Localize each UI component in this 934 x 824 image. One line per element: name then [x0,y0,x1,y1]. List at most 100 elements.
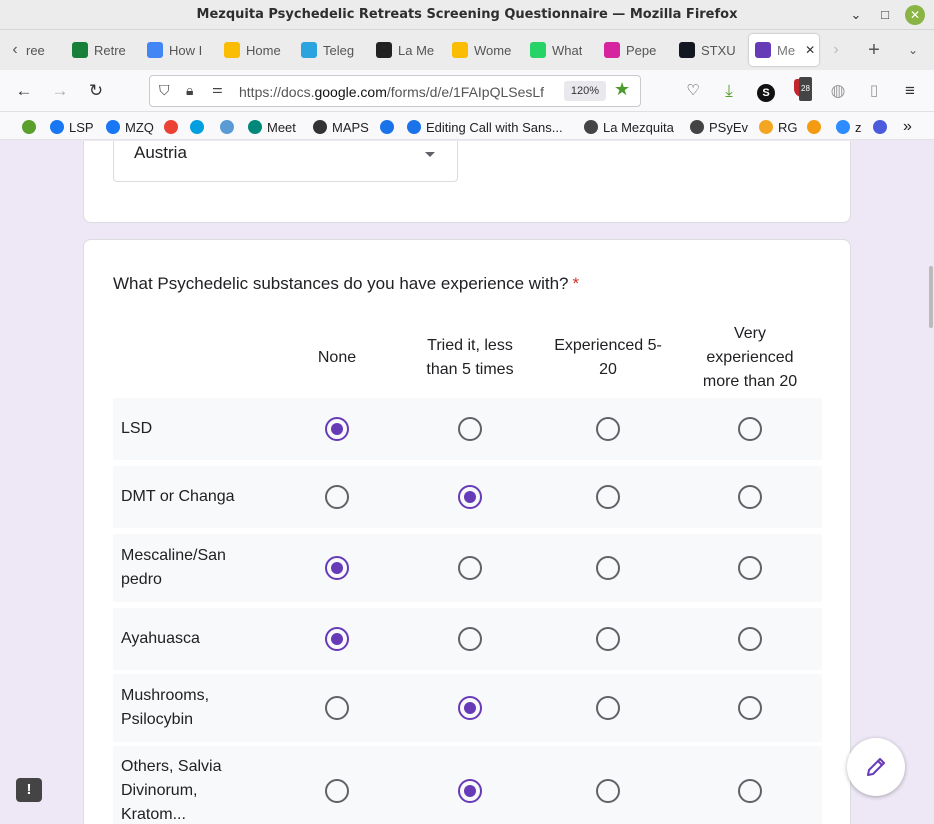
menu-icon[interactable]: ≡ [898,79,922,103]
tab-label: STXU [701,42,736,58]
row-label: Ayahuasca [121,630,200,647]
back-button[interactable]: ← [12,79,36,103]
radio-unchecked[interactable] [325,779,349,803]
bookmark-14[interactable]: z [836,118,862,136]
radio-checked[interactable] [458,485,482,509]
tab-1[interactable]: Retre [66,34,132,66]
radio-unchecked[interactable] [738,627,762,651]
pocket-icon[interactable]: ♡ [681,79,705,103]
bookmark-0[interactable] [22,118,36,136]
bookmark-4[interactable] [190,118,204,136]
bookmark-10[interactable]: La Mezquita [584,118,674,136]
url-text[interactable]: https://docs.google.com/forms/d/e/1FAIpQ… [239,84,559,100]
radio-unchecked[interactable] [738,485,762,509]
reload-button[interactable]: ↻ [84,79,108,103]
radio-unchecked[interactable] [738,779,762,803]
zoom-level[interactable]: 120% [564,81,606,101]
zm-icon [836,120,850,134]
radio-unchecked[interactable] [738,556,762,580]
tab-4[interactable]: Teleg [295,34,361,66]
bookmark-label: MAPS [332,119,369,135]
radio-unchecked[interactable] [596,627,620,651]
tab-10[interactable]: Me ✕ [749,34,819,66]
radio-unchecked[interactable] [596,485,620,509]
bookmark-15[interactable] [873,118,887,136]
radio-checked[interactable] [325,417,349,441]
bookmark-5[interactable] [220,118,234,136]
m-icon [873,120,887,134]
radio-checked[interactable] [458,696,482,720]
bookmark-2[interactable]: MZQ [106,118,154,136]
tab-5[interactable]: La Me [370,34,436,66]
bookmark-8[interactable] [380,118,394,136]
grid-row: Others, Salvia Divinorum, Kratom... [113,746,822,824]
bookmark-label: La Mezquita [603,119,674,135]
tab-label: La Me [398,42,435,58]
forward-button[interactable]: → [48,79,72,103]
radio-unchecked[interactable] [325,485,349,509]
permissions-icon[interactable]: ⚌ [212,82,223,96]
radio-unchecked[interactable] [458,417,482,441]
column-header-2: Experienced 5-20 [554,337,662,378]
radio-unchecked[interactable] [738,417,762,441]
bookmark-6[interactable]: Meet [248,118,296,136]
radio-unchecked[interactable] [596,779,620,803]
bookmark-label: RG [778,119,798,135]
ublock-icon[interactable]: 28 [790,77,814,103]
radio-unchecked[interactable] [596,696,620,720]
tab-8[interactable]: Pepe [598,34,664,66]
bookmark-12[interactable]: RG [759,118,798,136]
column-header-3: Very experienced more than 20 [702,325,798,390]
radio-unchecked[interactable] [325,696,349,720]
gmail-icon [164,120,178,134]
tab-9[interactable]: STXU [673,34,739,66]
radio-checked[interactable] [325,627,349,651]
radio-unchecked[interactable] [458,556,482,580]
tab-0[interactable]: ree [20,34,54,66]
bookmark-13[interactable] [807,118,821,136]
url-bar[interactable]: ⛉ 🔒︎ ⚌ https://docs.google.com/forms/d/e… [149,75,641,107]
facebook-icon [50,120,64,134]
radio-unchecked[interactable] [458,627,482,651]
list-tabs-button[interactable]: ⌄ [903,38,923,62]
bookmark-star-icon[interactable]: ★ [614,79,630,100]
window-titlebar: Mezquita Psychedelic Retreats Screening … [0,0,934,30]
bookmark-3[interactable] [164,118,178,136]
report-problem-icon[interactable]: ! [16,778,42,802]
tab-2[interactable]: How I [141,34,209,66]
page-scrollbar[interactable] [929,266,933,328]
minimize-button[interactable]: ⌄ [846,5,866,25]
tabs-scroll-right-icon[interactable]: › [826,38,846,62]
bookmark-label: Editing Call with Sans... [426,119,563,135]
radio-checked[interactable] [458,779,482,803]
shield-icon[interactable]: ⛉ [159,82,170,99]
edit-response-button[interactable] [847,738,905,796]
lock-icon[interactable]: 🔒︎ [186,82,193,99]
radio-unchecked[interactable] [596,417,620,441]
downloads-icon[interactable]: ⤓ [717,79,741,103]
folder-icon [584,120,598,134]
substances-question-card: What Psychedelic substances do you have … [83,239,851,824]
maximize-button[interactable]: □ [875,5,895,25]
close-window-button[interactable]: ✕ [905,5,925,25]
mobile-icon[interactable]: ▯ [862,79,886,103]
bookmark-9[interactable]: Editing Call with Sans... [407,118,563,136]
tab-3[interactable]: Home [218,34,286,66]
radio-checked[interactable] [325,556,349,580]
tradingview-icon [679,42,695,58]
extension-s-icon[interactable]: S [754,79,778,103]
tab-6[interactable]: Wome [446,34,514,66]
more-bookmarks-icon[interactable]: » [903,118,912,136]
radio-unchecked[interactable] [738,696,762,720]
tab-7[interactable]: What [524,34,590,66]
radio-unchecked[interactable] [596,556,620,580]
globe-icon[interactable]: ◍ [826,79,850,103]
bookmark-1[interactable]: LSP [50,118,94,136]
grid-row: Mescaline/San pedro [113,534,822,602]
close-tab-icon[interactable]: ✕ [805,43,815,57]
bookmark-11[interactable]: PSyEv [690,118,748,136]
country-dropdown[interactable]: Austria [113,141,458,182]
grid-row: Mushrooms, Psilocybin [113,674,822,742]
bookmark-7[interactable]: MAPS [313,118,369,136]
new-tab-button[interactable]: + [864,38,884,62]
